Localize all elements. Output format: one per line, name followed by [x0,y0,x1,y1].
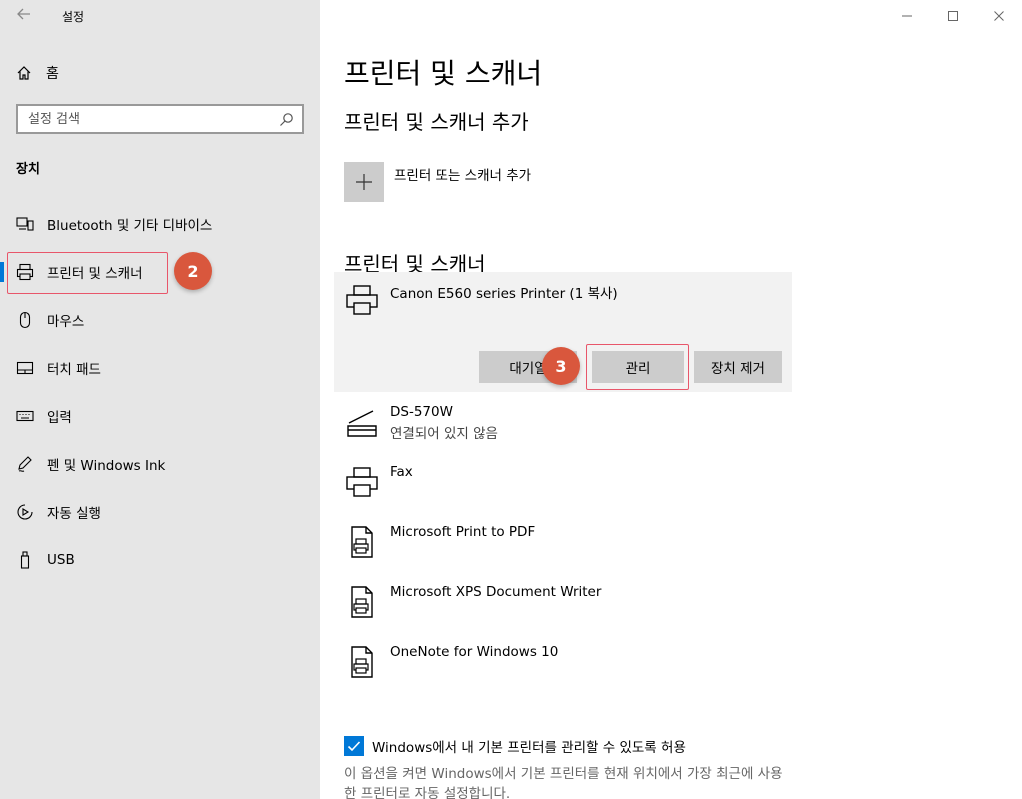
sidebar-item-bluetooth[interactable]: Bluetooth 및 기타 디바이스 [0,204,320,244]
window-title: 설정 [62,10,85,24]
add-printer-button[interactable] [344,162,384,202]
virtual-printer-icon [344,584,380,620]
sidebar-item-autoplay[interactable]: 자동 실행 [0,492,320,532]
annotation-highlight-printers [7,252,168,294]
default-printer-label: Windows에서 내 기본 프린터를 관리할 수 있도록 허용 [372,740,686,756]
checkmark-icon [347,741,361,752]
sidebar-item-label: Bluetooth 및 기타 디바이스 [47,218,213,234]
settings-search[interactable] [16,104,304,134]
home-label: 홈 [46,66,59,82]
device-name: Microsoft Print to PDF [390,524,536,540]
remove-device-button[interactable]: 장치 제거 [694,351,782,383]
step-badge-2: 2 [174,252,212,290]
section-title-devices: 장치 [16,162,40,177]
add-section-title: 프린터 및 스캐너 추가 [344,110,529,134]
printer-item-canon[interactable]: Canon E560 series Printer (1 복사) [344,282,618,318]
bluetooth-devices-icon [16,215,34,233]
sidebar-item-typing[interactable]: 입력 [0,396,320,436]
default-printer-option[interactable]: Windows에서 내 기본 프린터를 관리할 수 있도록 허용 [344,736,686,756]
sidebar-item-label: USB [47,552,75,568]
usb-icon [16,551,34,569]
home-icon [16,65,34,81]
device-name: Fax [390,464,413,480]
search-icon[interactable] [278,112,294,132]
autoplay-icon [16,503,34,521]
virtual-printer-icon [344,644,380,680]
annotation-highlight-manage [586,344,689,390]
main-content: 프린터 및 스캐너 프린터 및 스캐너 추가 프린터 또는 스캐너 추가 프린터… [320,0,1022,799]
sidebar-item-touchpad[interactable]: 터치 패드 [0,348,320,388]
touchpad-icon [16,359,34,377]
plus-icon [356,174,372,190]
sidebar-item-mouse[interactable]: 마우스 [0,300,320,340]
device-item-onenote[interactable]: OneNote for Windows 10 [344,644,558,680]
sidebar-item-label: 마우스 [47,314,85,330]
default-printer-description: 이 옵션을 켜면 Windows에서 기본 프린터를 현재 위치에서 가장 최근… [344,766,783,799]
sidebar-item-usb[interactable]: USB [0,540,320,580]
printer-name: Canon E560 series Printer (1 복사) [390,286,618,302]
search-input[interactable] [28,111,268,127]
sidebar-item-pen[interactable]: 펜 및 Windows Ink [0,444,320,484]
pen-icon [16,455,34,473]
home-link[interactable]: 홈 [16,62,59,84]
device-name: DS-570W [390,404,453,420]
device-status: 연결되어 있지 않음 [390,426,498,442]
step-badge-3: 3 [542,347,580,385]
scanner-icon [344,404,380,440]
sidebar-item-label: 펜 및 Windows Ink [47,458,166,474]
sidebar-item-label: 터치 패드 [47,362,101,378]
add-printer-label[interactable]: 프린터 또는 스캐너 추가 [394,164,531,184]
device-name: Microsoft XPS Document Writer [390,584,602,600]
printer-icon [344,464,380,500]
default-printer-checkbox[interactable] [344,736,364,756]
device-item-fax[interactable]: Fax [344,464,413,500]
sidebar: 설정 홈 장치 Bluetooth 및 기타 디바이스 프린터 및 스캐너 마우… [0,0,320,799]
device-item-ds570w[interactable]: DS-570W 연결되어 있지 않음 [344,404,498,442]
back-arrow-icon[interactable] [14,4,34,24]
page-title: 프린터 및 스캐너 [344,57,543,90]
virtual-printer-icon [344,524,380,560]
device-item-print-to-pdf[interactable]: Microsoft Print to PDF [344,524,535,560]
device-name: OneNote for Windows 10 [390,644,559,660]
sidebar-item-label: 입력 [47,410,72,426]
printer-icon [344,282,380,318]
device-item-xps-writer[interactable]: Microsoft XPS Document Writer [344,584,601,620]
sidebar-item-label: 자동 실행 [47,506,101,522]
mouse-icon [16,311,34,329]
keyboard-icon [16,407,34,425]
